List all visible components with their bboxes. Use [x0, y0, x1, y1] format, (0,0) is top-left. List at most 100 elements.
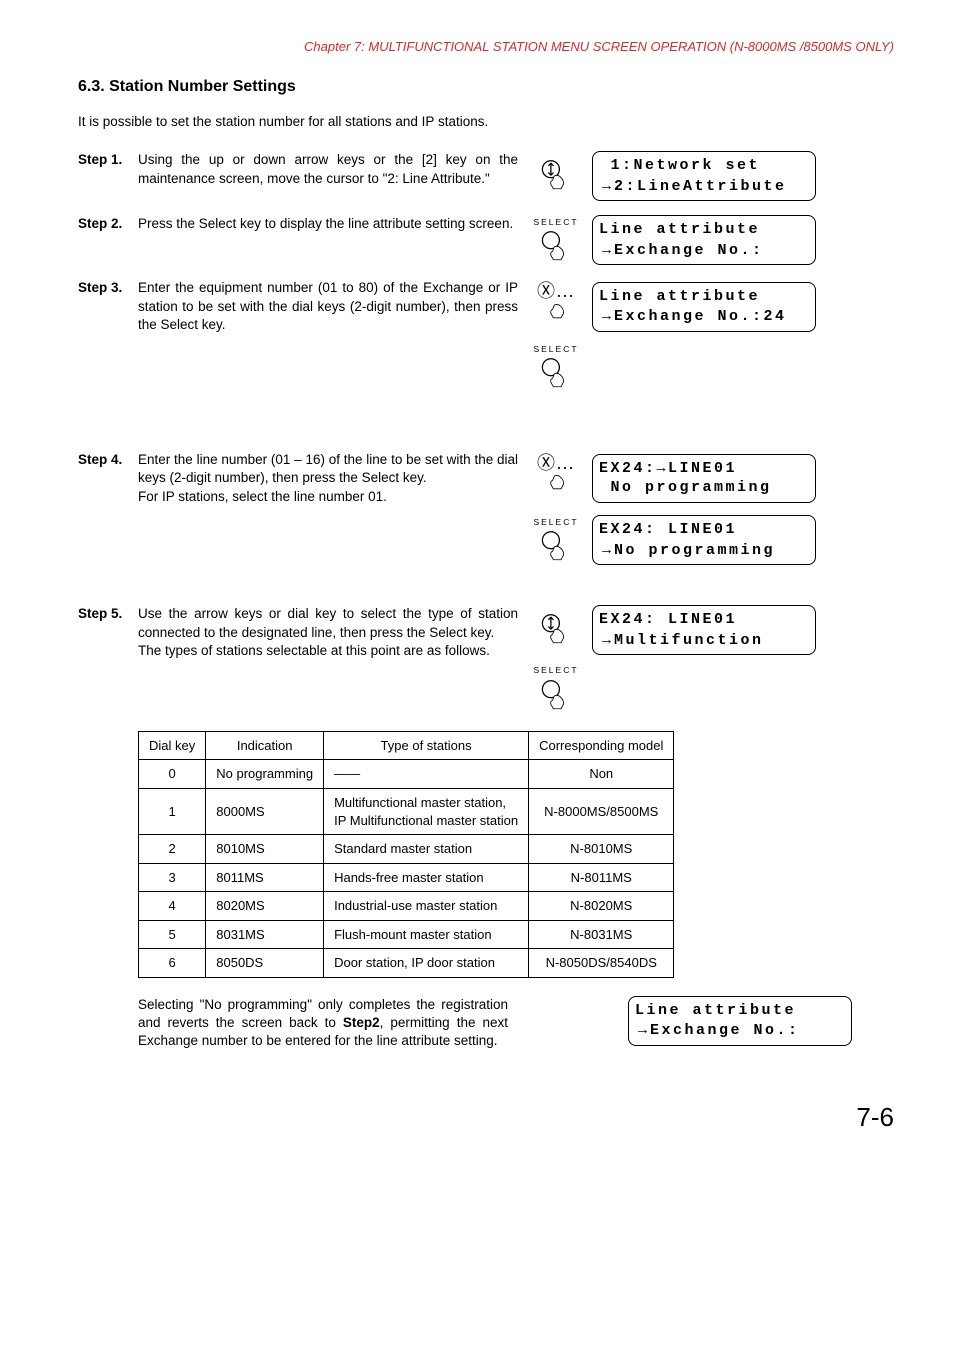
step-5-body: Use the arrow keys or dial key to select…	[138, 605, 518, 660]
step-4-body1: Enter the line number (01 – 16) of the l…	[138, 452, 518, 485]
intro-text: It is possible to set the station number…	[78, 113, 894, 131]
step-4-body2: For IP stations, select the line number …	[138, 489, 387, 504]
press-select-icon	[539, 679, 573, 713]
table-row: 48020MSIndustrial-use master stationN-80…	[139, 892, 674, 921]
lcd-screen-1: 1:Network set 2:LineAttribute	[592, 151, 816, 201]
station-types-table: Dial key Indication Type of stations Cor…	[138, 731, 674, 978]
lcd7-line1: Line attribute	[635, 1002, 796, 1019]
table-cell: 0	[139, 760, 206, 789]
step-1-label: Step 1.	[78, 151, 138, 169]
section-title: 6.3. Station Number Settings	[78, 76, 894, 98]
step-2-label: Step 2.	[78, 215, 138, 233]
press-hand-icon	[539, 471, 573, 505]
table-header-row: Dial key Indication Type of stations Cor…	[139, 731, 674, 760]
th-model: Corresponding model	[529, 731, 674, 760]
table-cell: 5	[139, 920, 206, 949]
table-cell: Door station, IP door station	[324, 949, 529, 978]
step-5-body1: Use the arrow keys or dial key to select…	[138, 606, 518, 639]
bottom-text-bold: Step2	[343, 1015, 380, 1030]
table-cell: 6	[139, 949, 206, 978]
step-5-body2: The types of stations selectable at this…	[138, 643, 490, 658]
step-2-body: Press the Select key to display the line…	[138, 215, 518, 233]
select-label: SELECT	[533, 665, 578, 676]
lcd-screen-3: Line attribute Exchange No.:24	[592, 282, 816, 332]
step-4-row: Step 4. Enter the line number (01 – 16) …	[78, 451, 894, 565]
table-cell: Non	[529, 760, 674, 789]
table-cell: 8020MS	[206, 892, 324, 921]
lcd3-line2: Exchange No.:24	[614, 308, 787, 325]
step-5-row: Step 5. Use the arrow keys or dial key t…	[78, 605, 894, 712]
table-cell: 2	[139, 835, 206, 864]
lcd6-line1: EX24: LINE01	[599, 611, 737, 628]
step-3-label: Step 3.	[78, 279, 138, 297]
chapter-header: Chapter 7: MULTIFUNCTIONAL STATION MENU …	[78, 38, 894, 56]
th-indication: Indication	[206, 731, 324, 760]
press-hand-icon	[539, 300, 573, 334]
table-cell: Multifunctional master station,IP Multif…	[324, 788, 529, 834]
press-select-icon	[539, 357, 573, 391]
step-2-row: Step 2. Press the Select key to display …	[78, 215, 894, 265]
lcd2-line1: Line attribute	[599, 221, 760, 238]
lcd6-line2: Multifunction	[614, 632, 764, 649]
select-label: SELECT	[533, 517, 578, 528]
lcd2-line2: Exchange No.:	[614, 242, 764, 259]
press-arrow-icon	[539, 613, 573, 647]
table-cell: N-8000MS/8500MS	[529, 788, 674, 834]
step-1-body: Using the up or down arrow keys or the […	[138, 151, 518, 187]
step-3-row: Step 3. Enter the equipment number (01 t…	[78, 279, 894, 391]
table-row: 38011MSHands-free master stationN-8011MS	[139, 863, 674, 892]
table-cell: N-8050DS/8540DS	[529, 949, 674, 978]
table-cell: N-8020MS	[529, 892, 674, 921]
step-4-body: Enter the line number (01 – 16) of the l…	[138, 451, 518, 506]
arrow-icon	[599, 542, 614, 559]
lcd4-line2: No programming	[599, 479, 772, 496]
step-3-body: Enter the equipment number (01 to 80) of…	[138, 279, 518, 334]
table-cell: 8000MS	[206, 788, 324, 834]
step-1-row: Step 1. Using the up or down arrow keys …	[78, 151, 894, 201]
arrow-icon	[599, 178, 614, 195]
table-cell: Hands-free master station	[324, 863, 529, 892]
lcd1-line2: 2:LineAttribute	[614, 178, 787, 195]
table-body: 0No programming——Non18000MSMultifunction…	[139, 760, 674, 977]
table-cell: Industrial-use master station	[324, 892, 529, 921]
table-row: 68050DSDoor station, IP door stationN-80…	[139, 949, 674, 978]
press-select-icon	[539, 230, 573, 264]
table-cell: N-8031MS	[529, 920, 674, 949]
bottom-note: Selecting "No programming" only complete…	[138, 996, 508, 1051]
table-cell: 3	[139, 863, 206, 892]
table-cell: 8050DS	[206, 949, 324, 978]
press-select-icon	[539, 530, 573, 564]
table-cell: N-8010MS	[529, 835, 674, 864]
lcd-screen-7: Line attribute Exchange No.:	[628, 996, 852, 1046]
lcd7-line2: Exchange No.:	[650, 1022, 800, 1039]
lcd4-line1: EX24:→LINE01	[599, 460, 737, 477]
table-cell: N-8011MS	[529, 863, 674, 892]
select-label: SELECT	[533, 344, 578, 355]
page-number: 7-6	[78, 1100, 894, 1135]
table-cell: 8031MS	[206, 920, 324, 949]
table-cell: 1	[139, 788, 206, 834]
table-cell: Standard master station	[324, 835, 529, 864]
table-row: 28010MSStandard master stationN-8010MS	[139, 835, 674, 864]
lcd-screen-5: EX24: LINE01 No programming	[592, 515, 816, 565]
table-row: 0No programming——Non	[139, 760, 674, 789]
press-arrow-icon	[539, 159, 573, 193]
arrow-icon	[599, 242, 614, 259]
th-dialkey: Dial key	[139, 731, 206, 760]
table-cell: 4	[139, 892, 206, 921]
table-row: 58031MSFlush-mount master stationN-8031M…	[139, 920, 674, 949]
lcd5-line1: EX24: LINE01	[599, 521, 737, 538]
table-row: 18000MSMultifunctional master station,IP…	[139, 788, 674, 834]
arrow-icon	[635, 1022, 650, 1039]
lcd-screen-6: EX24: LINE01 Multifunction	[592, 605, 816, 655]
table-cell: ——	[324, 760, 529, 789]
lcd-screen-2: Line attribute Exchange No.:	[592, 215, 816, 265]
lcd3-line1: Line attribute	[599, 288, 760, 305]
step-5-label: Step 5.	[78, 605, 138, 623]
step-4-label: Step 4.	[78, 451, 138, 469]
arrow-icon	[599, 632, 614, 649]
lcd1-line1: 1:Network set	[599, 157, 760, 174]
table-cell: 8010MS	[206, 835, 324, 864]
table-cell: 8011MS	[206, 863, 324, 892]
th-type: Type of stations	[324, 731, 529, 760]
